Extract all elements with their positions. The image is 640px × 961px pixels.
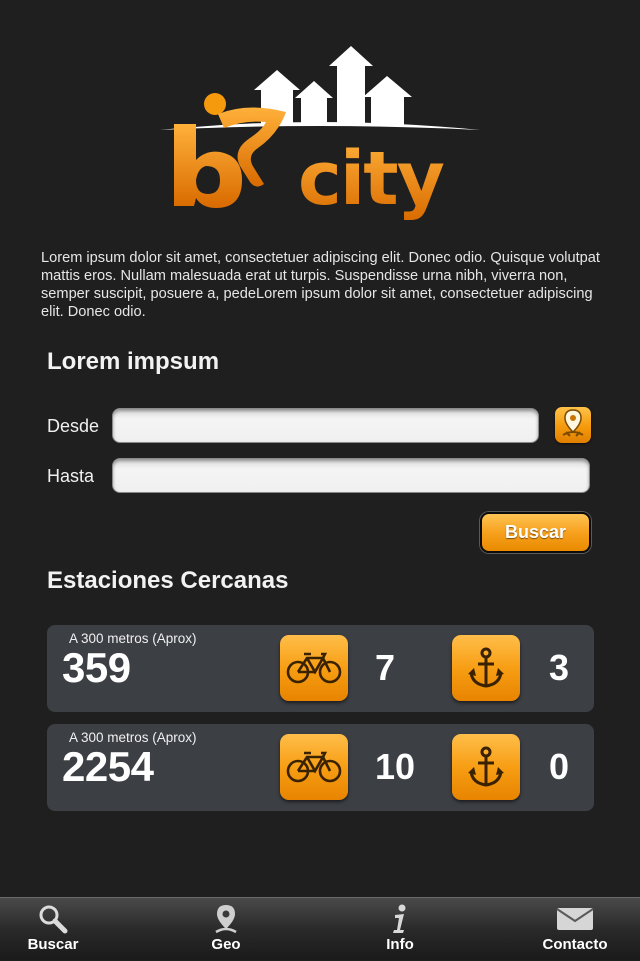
tab-bar: Buscar Geo Info Contacto bbox=[0, 897, 640, 960]
geo-locate-button[interactable] bbox=[555, 407, 591, 443]
station-id: 2254 bbox=[62, 743, 154, 790]
bikes-count: 10 bbox=[374, 746, 416, 787]
bicycle-icon bbox=[280, 734, 348, 800]
tab-contacto[interactable]: Contacto bbox=[515, 898, 635, 961]
bicycle-icon bbox=[280, 635, 348, 701]
tab-label: Geo bbox=[211, 936, 241, 953]
bcity-logo: city bbox=[158, 42, 488, 237]
form-title: Lorem impsum bbox=[47, 348, 220, 375]
buscar-button[interactable]: Buscar bbox=[480, 512, 591, 553]
tab-info[interactable]: Info bbox=[340, 898, 460, 961]
tab-geo[interactable]: Geo bbox=[166, 898, 286, 961]
station-id: 359 bbox=[62, 644, 131, 691]
info-icon bbox=[389, 904, 411, 934]
desde-input[interactable] bbox=[112, 408, 539, 443]
hasta-label: Hasta bbox=[47, 466, 95, 486]
anchor-icon bbox=[452, 734, 520, 800]
intro-text: Lorem ipsum dolor sit amet, consectetuer… bbox=[41, 250, 600, 320]
docks-count: 0 bbox=[548, 746, 570, 787]
map-pin-icon bbox=[560, 408, 586, 443]
stations-title: Estaciones Cercanas bbox=[47, 567, 289, 594]
bikes-count: 7 bbox=[374, 647, 396, 688]
station-card[interactable]: A 300 metros (Aprox) 359 7 3 bbox=[47, 625, 594, 712]
anchor-icon bbox=[452, 635, 520, 701]
hasta-input[interactable] bbox=[112, 458, 590, 493]
docks-count: 3 bbox=[548, 647, 570, 688]
station-card[interactable]: A 300 metros (Aprox) 2254 10 0 bbox=[47, 724, 594, 811]
tab-label: Contacto bbox=[542, 936, 608, 953]
tab-buscar[interactable]: Buscar bbox=[0, 898, 113, 961]
tab-label: Info bbox=[386, 936, 414, 953]
map-pin-icon bbox=[213, 904, 239, 934]
svg-text:city: city bbox=[298, 136, 444, 222]
tab-label: Buscar bbox=[27, 936, 79, 953]
envelope-icon bbox=[556, 904, 594, 934]
desde-label: Desde bbox=[47, 416, 100, 436]
search-icon bbox=[37, 904, 69, 934]
